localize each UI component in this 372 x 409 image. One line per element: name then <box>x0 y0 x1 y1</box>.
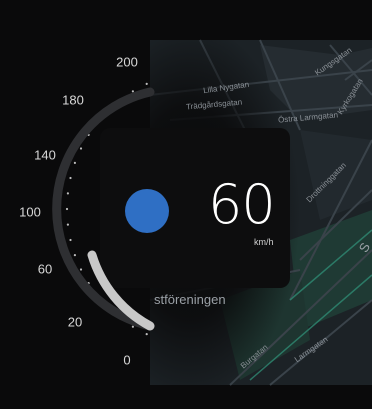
gauge-label-200: 200 <box>116 54 138 70</box>
gauge-tick <box>66 192 69 195</box>
gauge-tick <box>73 254 76 257</box>
gauge-label-20: 20 <box>67 314 83 330</box>
gauge-tick <box>79 147 83 150</box>
gauge-label-0: 0 <box>123 352 131 368</box>
gauge-tick <box>65 207 69 211</box>
gauge-tick <box>79 268 83 271</box>
gauge-tick <box>131 90 134 93</box>
status-indicator <box>125 189 169 233</box>
gauge-tick <box>73 161 76 164</box>
speed-unit: km/h <box>254 237 274 247</box>
speed-gauge <box>52 82 155 336</box>
gauge-label-60: 60 <box>37 261 53 277</box>
vehicle-display: Lilla Nygatan Trädgårdsgatan Östra Larmg… <box>0 0 372 409</box>
gauge-tick <box>69 176 72 180</box>
speed-value: 60 <box>208 173 276 236</box>
gauge-tick <box>145 82 148 85</box>
gauge-tick <box>66 223 69 226</box>
gauge-label-100: 100 <box>19 204 41 220</box>
gauge-tick <box>69 238 72 242</box>
gauge-tick <box>131 325 134 328</box>
gauge-label-180: 180 <box>62 92 84 108</box>
gauge-tick <box>145 333 148 336</box>
gauge-label-140: 140 <box>34 147 56 163</box>
